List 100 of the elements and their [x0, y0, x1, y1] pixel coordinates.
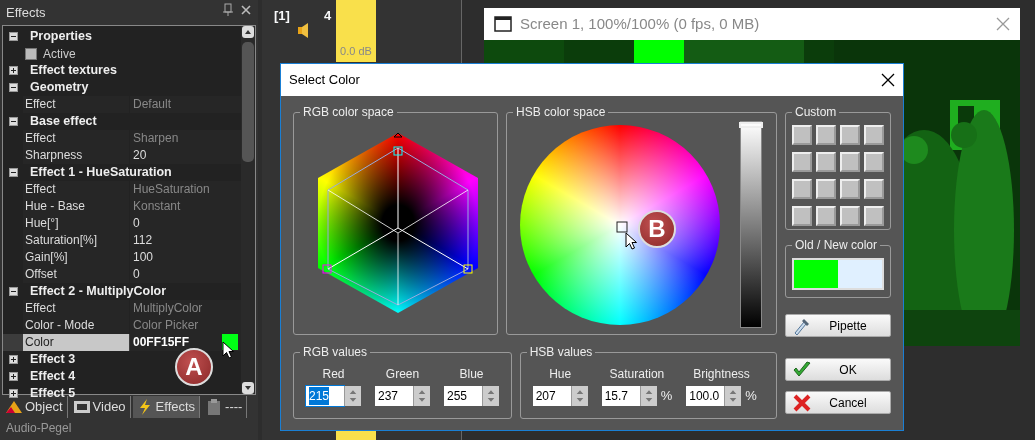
- property-label[interactable]: Sharpness: [23, 147, 129, 164]
- field-label: Saturation: [609, 366, 665, 383]
- custom-color-slot[interactable]: [792, 179, 812, 199]
- spin-buttons-icon[interactable]: [482, 386, 499, 406]
- cursor-icon: [625, 232, 637, 250]
- custom-color-slot[interactable]: [816, 152, 836, 172]
- group-header[interactable]: Effect 4: [30, 367, 76, 386]
- dialog-button[interactable]: Pipette: [785, 314, 891, 337]
- scroll-down-icon[interactable]: [242, 382, 254, 394]
- collapse-icon[interactable]: [9, 83, 18, 92]
- group-header[interactable]: Effect 2 - MultiplyColor: [30, 282, 167, 301]
- property-label[interactable]: Offset: [23, 266, 129, 283]
- panel-tab[interactable]: Video: [69, 396, 131, 418]
- scroll-up-icon[interactable]: [242, 26, 254, 38]
- property-label[interactable]: Color - Mode: [23, 317, 129, 334]
- property-label[interactable]: Effect: [23, 130, 129, 147]
- panel-tab[interactable]: ----: [202, 396, 248, 418]
- custom-color-slot[interactable]: [840, 179, 860, 199]
- number-field[interactable]: 100.0: [686, 386, 725, 406]
- number-field[interactable]: 237: [375, 386, 413, 406]
- field-label: Green: [385, 366, 420, 383]
- panel-tab[interactable]: Effects: [132, 396, 201, 418]
- group-title: HSB color space: [513, 105, 609, 119]
- field-label: Red: [322, 366, 345, 383]
- dialog-button[interactable]: OK: [785, 358, 891, 381]
- expand-icon[interactable]: [9, 372, 18, 381]
- film-icon: [73, 399, 90, 415]
- collapse-icon[interactable]: [9, 168, 18, 177]
- custom-color-slot[interactable]: [840, 152, 860, 172]
- custom-color-slot[interactable]: [864, 206, 884, 226]
- close-icon[interactable]: [240, 3, 252, 17]
- panel-title: Audio-Pegel: [5, 420, 73, 437]
- custom-color-slot[interactable]: [792, 206, 812, 226]
- number-field[interactable]: 215: [306, 386, 344, 406]
- channel-label: [1]: [274, 7, 290, 25]
- property-label[interactable]: Gain[%]: [23, 249, 129, 266]
- group-title: Old / New color: [792, 238, 881, 252]
- brightness-slider[interactable]: [740, 121, 762, 328]
- custom-color-slot[interactable]: [816, 179, 836, 199]
- level-meter: 0.0 dB: [336, 0, 376, 62]
- property-label[interactable]: Effect: [23, 181, 129, 198]
- custom-color-slot[interactable]: [792, 125, 812, 145]
- custom-color-slot[interactable]: [792, 152, 812, 172]
- group-title: HSB values: [526, 345, 596, 359]
- checkbox[interactable]: [25, 47, 37, 60]
- custom-color-slot[interactable]: [864, 179, 884, 199]
- expand-icon[interactable]: [9, 389, 18, 398]
- property-label[interactable]: Hue[°]: [23, 215, 129, 232]
- number-field[interactable]: 255: [444, 386, 482, 406]
- property-label[interactable]: Color: [23, 334, 129, 351]
- pin-icon[interactable]: [222, 3, 234, 17]
- property-label[interactable]: Effect: [23, 96, 129, 113]
- wheel-marker-icon[interactable]: [616, 221, 630, 235]
- property-value[interactable]: 112: [133, 232, 153, 249]
- custom-color-slot[interactable]: [816, 125, 836, 145]
- property-label[interactable]: Hue - Base: [23, 198, 129, 215]
- group-header[interactable]: Geometry: [30, 78, 89, 97]
- group-header[interactable]: Effect textures: [30, 61, 117, 80]
- spin-buttons-icon[interactable]: [344, 386, 361, 406]
- number-field[interactable]: 15.7: [601, 386, 640, 406]
- group-title: RGB color space: [300, 105, 397, 119]
- level-meter: [336, 430, 376, 440]
- group-header[interactable]: Effect 1 - HueSaturation: [30, 163, 172, 182]
- property-value[interactable]: 0: [133, 266, 140, 283]
- slider-thumb[interactable]: [739, 122, 763, 128]
- property-label[interactable]: Effect: [23, 300, 129, 317]
- channel-number: 4: [324, 7, 332, 25]
- dialog-button[interactable]: Cancel: [785, 391, 891, 414]
- custom-color-slot[interactable]: [840, 206, 860, 226]
- cross-icon: [792, 392, 812, 413]
- unit-label: %: [745, 387, 757, 406]
- group-header[interactable]: Properties: [30, 27, 92, 46]
- property-value[interactable]: 20: [133, 147, 147, 164]
- number-field[interactable]: 207: [532, 386, 571, 406]
- group-title: Custom: [792, 105, 840, 119]
- group-title: RGB values: [300, 345, 371, 359]
- property-label[interactable]: Saturation[%]: [23, 232, 129, 249]
- custom-color-slot[interactable]: [816, 206, 836, 226]
- custom-color-slot[interactable]: [864, 152, 884, 172]
- window-icon: [494, 16, 512, 32]
- panel-tab[interactable]: Object: [2, 396, 68, 418]
- collapse-icon[interactable]: [9, 32, 18, 41]
- group-header[interactable]: Base effect: [30, 112, 97, 131]
- custom-color-slot[interactable]: [864, 125, 884, 145]
- field-label: Blue: [459, 366, 484, 383]
- spin-buttons-icon[interactable]: [413, 386, 430, 406]
- property-value[interactable]: 100: [133, 249, 154, 266]
- close-icon[interactable]: [881, 73, 895, 87]
- scrollbar-thumb[interactable]: [242, 42, 254, 162]
- checkbox-label: Active: [43, 45, 76, 63]
- property-value[interactable]: 0: [133, 215, 140, 232]
- custom-color-slot[interactable]: [840, 125, 860, 145]
- collapse-icon[interactable]: [9, 287, 18, 296]
- group-header[interactable]: Effect 3: [30, 350, 76, 369]
- collapse-icon[interactable]: [9, 117, 18, 126]
- expand-icon[interactable]: [9, 355, 18, 364]
- expand-icon[interactable]: [9, 66, 18, 75]
- dialog-title: Select Color: [289, 71, 360, 90]
- panel-title: Effects: [6, 4, 46, 19]
- spin-buttons-icon[interactable]: [724, 386, 742, 406]
